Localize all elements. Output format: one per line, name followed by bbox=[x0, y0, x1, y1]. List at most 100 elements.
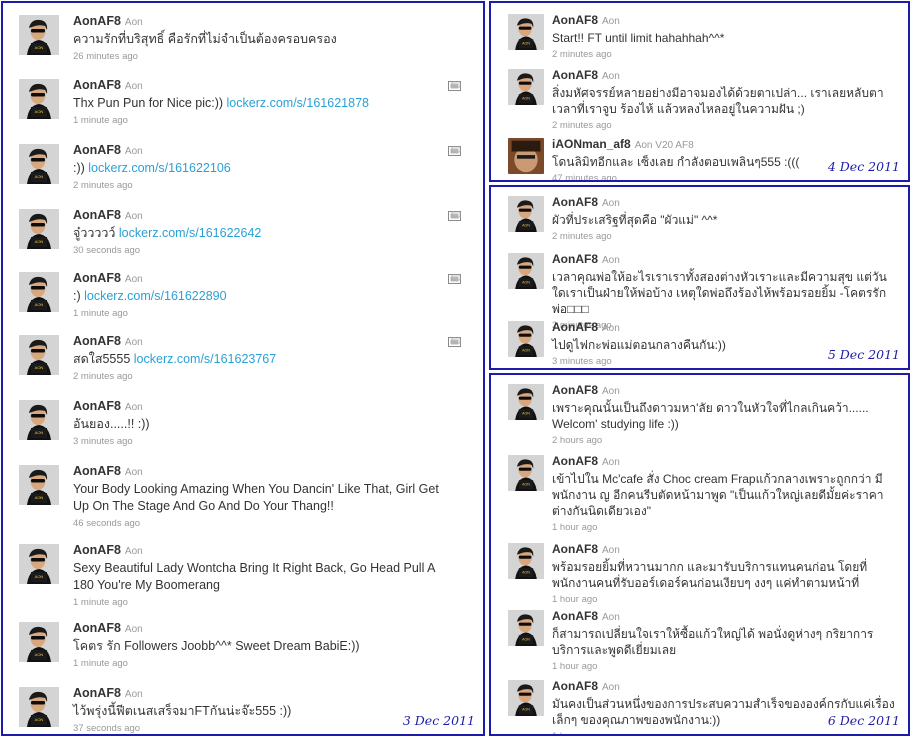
full-name: Aon bbox=[602, 71, 620, 82]
tweet-timestamp[interactable]: 1 minute ago bbox=[73, 596, 453, 609]
tweet-timestamp[interactable]: 2 minutes ago bbox=[73, 370, 453, 383]
avatar[interactable]: AON bbox=[508, 69, 544, 105]
tweet-text: ก็สามารถเปลี่ยนใจเราให้ซื้อแก้วใหญ่ได้ พ… bbox=[552, 626, 896, 658]
username-link[interactable]: AonAF8 bbox=[73, 399, 121, 413]
username-link[interactable]: AonAF8 bbox=[552, 609, 598, 623]
avatar[interactable]: AON bbox=[508, 680, 544, 716]
tweet-timestamp[interactable]: 1 hour ago bbox=[552, 593, 896, 606]
username-link[interactable]: AonAF8 bbox=[552, 454, 598, 468]
tweet-timestamp[interactable]: 37 seconds ago bbox=[73, 722, 453, 734]
tweet-timestamp[interactable]: 2 minutes ago bbox=[552, 230, 896, 243]
avatar[interactable]: AON bbox=[508, 14, 544, 50]
tweet-header: AonAF8 Aon bbox=[552, 319, 896, 336]
tweet-timestamp[interactable]: 30 seconds ago bbox=[73, 244, 453, 257]
username-link[interactable]: AonAF8 bbox=[73, 78, 121, 92]
svg-text:AON: AON bbox=[522, 349, 530, 353]
username-link[interactable]: AonAF8 bbox=[73, 464, 121, 478]
full-name: Aon bbox=[124, 17, 143, 28]
photo-icon[interactable] bbox=[448, 81, 461, 91]
date-caption: 4 Dec 2011 bbox=[827, 159, 900, 174]
avatar[interactable]: AON bbox=[508, 253, 544, 289]
timeline-panel-dec-4: AON AonAF8 Aon Start!! FT until limit hahah… bbox=[489, 1, 910, 182]
avatar[interactable]: AON bbox=[508, 384, 544, 420]
avatar[interactable]: AON bbox=[508, 196, 544, 232]
avatar[interactable]: AON bbox=[508, 321, 544, 357]
avatar[interactable]: AON bbox=[19, 622, 59, 662]
username-link[interactable]: AonAF8 bbox=[73, 271, 121, 285]
tweet-timestamp[interactable]: 2 minutes ago bbox=[552, 119, 896, 132]
avatar[interactable]: AON bbox=[19, 79, 59, 119]
tweet-link[interactable]: lockerz.com/s/161623767 bbox=[134, 352, 276, 366]
tweet-timestamp[interactable]: 1 minute ago bbox=[73, 307, 453, 320]
username-link[interactable]: AonAF8 bbox=[552, 195, 598, 209]
username-link[interactable]: AonAF8 bbox=[73, 686, 121, 700]
photo-icon[interactable] bbox=[448, 146, 461, 156]
tweet-text: :)) lockerz.com/s/161622106 bbox=[73, 160, 453, 177]
username-link[interactable]: AonAF8 bbox=[73, 334, 121, 348]
tweet-timestamp[interactable]: 1 hour ago bbox=[552, 521, 896, 534]
tweet-timestamp[interactable]: 1 hour ago bbox=[552, 660, 896, 673]
tweet-text-content: เข้าไปใน Mc'cafe สั่ง Choc cream Frapแก้… bbox=[552, 472, 884, 518]
avatar[interactable]: AON bbox=[508, 543, 544, 579]
username-link[interactable]: AonAF8 bbox=[73, 621, 121, 635]
username-link[interactable]: AonAF8 bbox=[73, 543, 121, 557]
tweet-text-content: สิ่งมหัศจรรย์หลายอย่างมีอาจมองได้ด้วยตาเ… bbox=[552, 86, 884, 116]
full-name: Aon bbox=[124, 211, 143, 222]
username-link[interactable]: AonAF8 bbox=[73, 143, 121, 157]
avatar[interactable]: AON bbox=[19, 465, 59, 505]
tweet-timestamp[interactable]: 1 hour ago bbox=[552, 730, 896, 734]
tweet-text: อันยอง.....!! :)) bbox=[73, 416, 453, 433]
username-link[interactable]: AonAF8 bbox=[552, 252, 598, 266]
tweet-timestamp[interactable]: 26 minutes ago bbox=[73, 50, 453, 63]
tweet-body: AonAF8 Aon ผัวที่ประเสริฐที่สุดคือ "ผัวแม่… bbox=[552, 194, 896, 243]
full-name: Aon bbox=[124, 402, 143, 413]
tweet-timestamp[interactable]: 1 minute ago bbox=[73, 114, 453, 127]
tweet-link[interactable]: lockerz.com/s/161622890 bbox=[84, 289, 226, 303]
tweet-text-content: :)) bbox=[73, 161, 89, 175]
tweet-link[interactable]: lockerz.com/s/161622106 bbox=[88, 161, 230, 175]
tweet-timestamp[interactable]: 3 minutes ago bbox=[73, 435, 453, 448]
username-link[interactable]: iAONman_af8 bbox=[552, 137, 631, 151]
tweet-timestamp[interactable]: 1 minute ago bbox=[73, 657, 453, 670]
username-link[interactable]: AonAF8 bbox=[552, 679, 598, 693]
username-link[interactable]: AonAF8 bbox=[552, 13, 598, 27]
tweet-timestamp[interactable]: 46 seconds ago bbox=[73, 517, 453, 530]
photo-icon[interactable] bbox=[448, 337, 461, 347]
tweet-header: AonAF8 Aon bbox=[73, 207, 453, 224]
tweet-header: AonAF8 Aon bbox=[552, 608, 896, 625]
avatar[interactable]: AON bbox=[19, 209, 59, 249]
tweet-header: AonAF8 Aon bbox=[73, 398, 453, 415]
photo-icon[interactable] bbox=[448, 211, 461, 221]
full-name: Aon bbox=[602, 198, 620, 209]
full-name: Aon bbox=[602, 386, 620, 397]
tweet-timestamp[interactable]: 2 minutes ago bbox=[73, 179, 453, 192]
svg-text:AON: AON bbox=[35, 652, 44, 657]
tweet-text: พร้อมรอยยิ้มที่หวานมากก และมารับบริการแท… bbox=[552, 559, 896, 591]
tweet-text-content: อันยอง.....!! :)) bbox=[73, 417, 150, 431]
tweet-text-content: Thx Pun Pun for Nice pic:)) bbox=[73, 96, 227, 110]
avatar[interactable]: AON bbox=[19, 272, 59, 312]
username-link[interactable]: AonAF8 bbox=[73, 208, 121, 222]
tweet-link[interactable]: lockerz.com/s/161622642 bbox=[119, 226, 261, 240]
tweet-link[interactable]: lockerz.com/s/161621878 bbox=[227, 96, 369, 110]
avatar[interactable]: AON bbox=[19, 15, 59, 55]
avatar[interactable]: AON bbox=[19, 687, 59, 727]
avatar[interactable] bbox=[508, 138, 544, 174]
tweet-body: AonAF8 Aon ความรักที่บริสุทธิ์ คือรักที่ไม… bbox=[73, 13, 453, 63]
avatar[interactable]: AON bbox=[19, 400, 59, 440]
photo-icon[interactable] bbox=[448, 274, 461, 284]
full-name: Aon bbox=[124, 337, 143, 348]
avatar[interactable]: AON bbox=[19, 544, 59, 584]
username-link[interactable]: AonAF8 bbox=[552, 383, 598, 397]
username-link[interactable]: AonAF8 bbox=[552, 542, 598, 556]
avatar[interactable]: AON bbox=[508, 455, 544, 491]
avatar[interactable]: AON bbox=[19, 335, 59, 375]
tweet-body: AonAF8 Aon Thx Pun Pun for Nice pic:)) loc… bbox=[73, 77, 453, 127]
username-link[interactable]: AonAF8 bbox=[552, 320, 598, 334]
username-link[interactable]: AonAF8 bbox=[73, 14, 121, 28]
tweet-timestamp[interactable]: 2 hours ago bbox=[552, 434, 896, 447]
avatar[interactable]: AON bbox=[19, 144, 59, 184]
username-link[interactable]: AonAF8 bbox=[552, 68, 598, 82]
avatar[interactable]: AON bbox=[508, 610, 544, 646]
tweet-timestamp[interactable]: 2 minutes ago bbox=[552, 48, 896, 61]
